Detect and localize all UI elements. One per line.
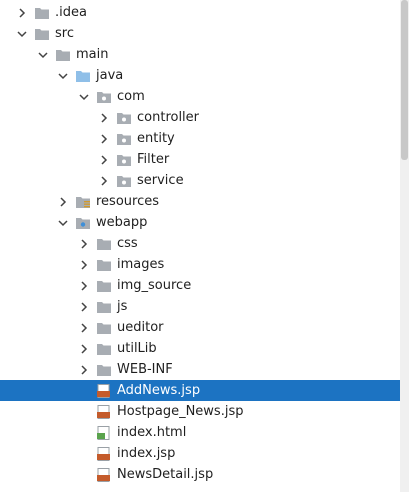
tree-item-idea[interactable]: .idea <box>0 2 409 23</box>
package-icon <box>116 174 132 188</box>
web-folder-icon <box>75 216 91 230</box>
chevron-right-icon[interactable] <box>98 112 110 124</box>
tree-item-label: index.jsp <box>117 446 176 461</box>
tree-item-label: main <box>76 47 109 62</box>
folder-icon <box>96 342 112 356</box>
tree-item-webapp[interactable]: webapp <box>0 212 409 233</box>
tree-item-label: ueditor <box>117 320 164 335</box>
folder-icon <box>34 6 50 20</box>
package-icon <box>116 111 132 125</box>
tree-item-css[interactable]: css <box>0 233 409 254</box>
chevron-right-icon[interactable] <box>98 133 110 145</box>
jsp-file-icon <box>96 446 112 461</box>
folder-icon <box>96 363 112 377</box>
tree-item-entity[interactable]: entity <box>0 128 409 149</box>
tree-item-label: .idea <box>55 5 87 20</box>
tree-item-label: images <box>117 257 165 272</box>
tree-item-label: com <box>117 89 145 104</box>
tree-item-hostpage-news-jsp[interactable]: Hostpage_News.jsp <box>0 401 409 422</box>
tree-item-index-jsp[interactable]: index.jsp <box>0 443 409 464</box>
chevron-right-icon[interactable] <box>78 238 90 250</box>
chevron-right-icon[interactable] <box>78 280 90 292</box>
tree-item-label: index.html <box>117 425 187 440</box>
tree-item-resources[interactable]: resources <box>0 191 409 212</box>
tree-item-label: AddNews.jsp <box>117 383 201 398</box>
tree-item-label: NewsDetail.jsp <box>117 467 214 482</box>
resources-folder-icon <box>75 195 91 209</box>
vertical-scrollbar[interactable] <box>400 0 409 492</box>
tree-item-newsdetail-jsp[interactable]: NewsDetail.jsp <box>0 464 409 485</box>
package-icon <box>116 153 132 167</box>
tree-item-utillib[interactable]: utilLib <box>0 338 409 359</box>
chevron-down-icon[interactable] <box>57 217 69 229</box>
chevron-right-icon[interactable] <box>78 301 90 313</box>
tree-item-src[interactable]: src <box>0 23 409 44</box>
tree-item-index-html[interactable]: index.html <box>0 422 409 443</box>
chevron-down-icon[interactable] <box>78 91 90 103</box>
chevron-down-icon[interactable] <box>57 70 69 82</box>
folder-icon <box>96 258 112 272</box>
tree-item-label: js <box>117 299 128 314</box>
project-tree: .idea src main java com controller entit… <box>0 0 409 492</box>
tree-item-label: src <box>55 26 74 41</box>
tree-item-img-source[interactable]: img_source <box>0 275 409 296</box>
folder-icon <box>96 279 112 293</box>
tree-item-com[interactable]: com <box>0 86 409 107</box>
chevron-right-icon[interactable] <box>98 154 110 166</box>
folder-icon <box>55 48 71 62</box>
package-icon <box>116 132 132 146</box>
tree-item-java[interactable]: java <box>0 65 409 86</box>
tree-item-addnews-jsp[interactable]: AddNews.jsp <box>0 380 409 401</box>
tree-item-ueditor[interactable]: ueditor <box>0 317 409 338</box>
scrollbar-thumb[interactable] <box>401 0 408 160</box>
tree-item-label: java <box>96 68 124 83</box>
chevron-right-icon[interactable] <box>78 322 90 334</box>
folder-icon <box>96 300 112 314</box>
tree-item-label: img_source <box>117 278 192 293</box>
source-folder-icon <box>75 69 91 83</box>
jsp-file-icon <box>96 404 112 419</box>
tree-item-images[interactable]: images <box>0 254 409 275</box>
chevron-right-icon[interactable] <box>57 196 69 208</box>
chevron-down-icon[interactable] <box>37 49 49 61</box>
jsp-file-icon <box>96 467 112 482</box>
tree-item-label: entity <box>137 131 175 146</box>
tree-item-label: Hostpage_News.jsp <box>117 404 244 419</box>
chevron-right-icon[interactable] <box>98 175 110 187</box>
chevron-right-icon[interactable] <box>78 259 90 271</box>
jsp-file-icon <box>96 383 112 398</box>
chevron-right-icon[interactable] <box>78 343 90 355</box>
tree-item-web-inf[interactable]: WEB-INF <box>0 359 409 380</box>
folder-icon <box>96 237 112 251</box>
tree-item-controller[interactable]: controller <box>0 107 409 128</box>
tree-item-js[interactable]: js <box>0 296 409 317</box>
tree-item-filter[interactable]: Filter <box>0 149 409 170</box>
tree-item-label: controller <box>137 110 200 125</box>
tree-item-label: css <box>117 236 138 251</box>
folder-icon <box>34 27 50 41</box>
tree-item-label: WEB-INF <box>117 362 173 377</box>
tree-item-main[interactable]: main <box>0 44 409 65</box>
package-icon <box>96 90 112 104</box>
chevron-right-icon[interactable] <box>78 364 90 376</box>
html-file-icon <box>96 425 112 440</box>
tree-item-label: webapp <box>96 215 148 230</box>
tree-item-label: Filter <box>137 152 170 167</box>
tree-item-label: utilLib <box>117 341 157 356</box>
tree-item-label: resources <box>96 194 160 209</box>
folder-icon <box>96 321 112 335</box>
chevron-down-icon[interactable] <box>16 28 28 40</box>
chevron-right-icon[interactable] <box>16 7 28 19</box>
tree-item-service[interactable]: service <box>0 170 409 191</box>
tree-item-label: service <box>137 173 184 188</box>
